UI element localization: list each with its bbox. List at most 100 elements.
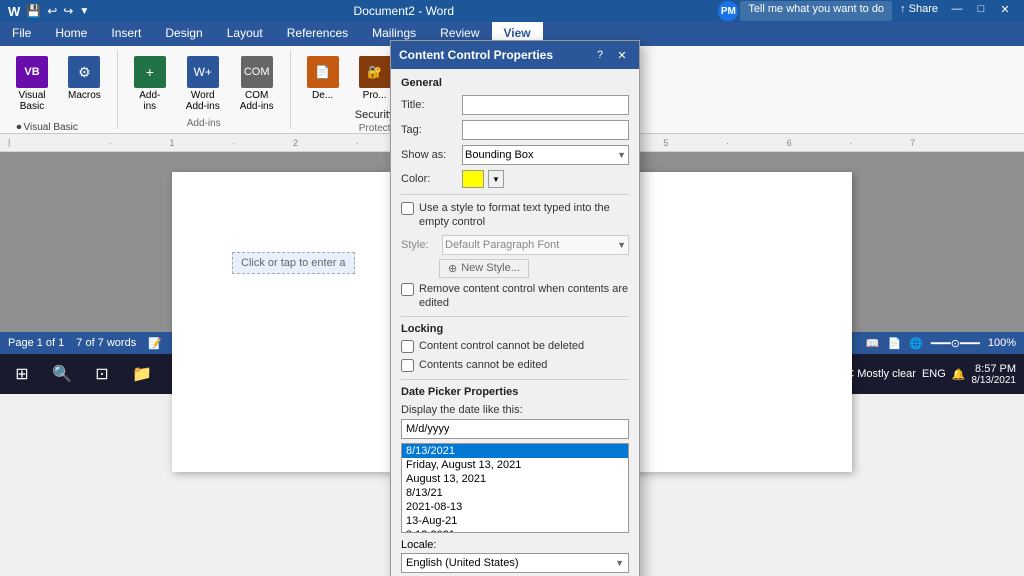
use-style-label: Use a style to format text typed into th… <box>419 201 629 230</box>
date-item-6[interactable]: 8.13.2021 <box>402 528 628 533</box>
start-button[interactable]: ⊞ <box>4 356 40 392</box>
addins-button[interactable]: + Add- ins <box>126 52 174 116</box>
user-avatar[interactable]: PM <box>718 1 738 21</box>
date-item-2[interactable]: August 13, 2021 <box>402 472 628 486</box>
style-row: Style: Default Paragraph Font ▼ <box>401 235 629 255</box>
word-count: 7 of 7 words <box>76 337 136 349</box>
zoom-level[interactable]: 100% <box>988 337 1016 349</box>
quick-undo[interactable]: ↩ <box>47 4 57 18</box>
zoom-slider[interactable]: ━━━⊙━━━ <box>931 337 980 350</box>
tab-file[interactable]: File <box>0 22 43 46</box>
new-style-icon: ⊕ <box>448 262 457 275</box>
addins-icon: + <box>134 56 166 88</box>
color-picker[interactable]: ▼ <box>462 170 504 188</box>
tab-layout[interactable]: Layout <box>215 22 275 46</box>
dialog-title-bar: Content Control Properties ? ✕ <box>391 41 639 69</box>
tab-home[interactable]: Home <box>43 22 99 46</box>
visual-basic-button[interactable]: VB Visual Basic <box>8 52 56 116</box>
content-control-placeholder[interactable]: Click or tap to enter a <box>232 252 355 274</box>
date-item-4[interactable]: 2021-08-13 <box>402 500 628 514</box>
quick-more[interactable]: ▼ <box>79 6 89 17</box>
date-item-3[interactable]: 8/13/21 <box>402 486 628 500</box>
remove-checkbox[interactable] <box>401 283 414 296</box>
date-format-list[interactable]: 8/13/2021 Friday, August 13, 2021 August… <box>401 443 629 533</box>
show-as-dropdown-icon: ▼ <box>617 150 626 160</box>
app-title: Document2 - Word <box>354 4 454 18</box>
date-display[interactable]: 8/13/2021 <box>972 375 1017 386</box>
dialog-body: General Title: Tag: Show as: Bounding Bo… <box>391 69 639 576</box>
date-picker-label: Date Picker Properties <box>401 386 629 398</box>
date-item-0[interactable]: 8/13/2021 <box>402 444 628 458</box>
locale-select[interactable]: English (United States) ▼ <box>401 553 629 573</box>
dialog-help-button[interactable]: ? <box>591 47 609 63</box>
color-swatch[interactable] <box>462 170 484 188</box>
search-button[interactable]: 🔍 <box>44 356 80 392</box>
view-btn-web[interactable]: 🌐 <box>909 337 923 350</box>
language-indicator[interactable]: ENG <box>922 368 946 380</box>
use-style-checkbox[interactable] <box>401 202 414 215</box>
share-btn[interactable]: ↑ Share <box>894 1 944 21</box>
locale-label: Locale: <box>401 539 629 551</box>
record-icon: ⏺ <box>17 122 22 133</box>
remove-checkbox-row: Remove content control when contents are… <box>401 282 629 311</box>
general-section-label: General <box>401 77 629 89</box>
view-btn-read[interactable]: 📖 <box>866 337 880 350</box>
content-control-dialog[interactable]: Content Control Properties ? ✕ General T… <box>390 40 640 576</box>
divider-1 <box>401 194 629 195</box>
tab-references[interactable]: References <box>275 22 360 46</box>
use-style-row: Use a style to format text typed into th… <box>401 201 629 230</box>
tag-input[interactable] <box>462 120 629 140</box>
minimize-button[interactable]: — <box>946 1 968 17</box>
tag-label: Tag: <box>401 124 456 136</box>
style-select[interactable]: Default Paragraph Font ▼ <box>442 235 629 255</box>
quick-redo[interactable]: ↪ <box>63 4 73 18</box>
com-addins-button[interactable]: COM COM Add-ins <box>232 52 282 116</box>
cannot-delete-checkbox[interactable] <box>401 340 414 353</box>
clock[interactable]: 8:57 PM <box>975 363 1016 375</box>
close-button[interactable]: ✕ <box>994 1 1016 17</box>
status-bar-right: 📖 📄 🌐 ━━━⊙━━━ 100% <box>866 337 1016 350</box>
document-protect-button[interactable]: 📄 De... <box>299 52 347 105</box>
tab-insert[interactable]: Insert <box>99 22 153 46</box>
task-view-button[interactable]: ⊡ <box>84 356 120 392</box>
locale-row: Locale: English (United States) ▼ <box>401 539 629 573</box>
cannot-edit-checkbox[interactable] <box>401 359 414 372</box>
cannot-edit-row: Contents cannot be edited <box>401 358 629 372</box>
ruler-marker: | <box>8 137 10 147</box>
dialog-close-button[interactable]: ✕ <box>613 47 631 63</box>
dialog-title-controls: ? ✕ <box>591 47 631 63</box>
visual-basic-icon: VB <box>16 56 48 88</box>
display-date-label: Display the date like this: <box>401 404 629 416</box>
title-input[interactable] <box>462 95 629 115</box>
date-item-1[interactable]: Friday, August 13, 2021 <box>402 458 628 472</box>
title-label: Title: <box>401 99 456 111</box>
locale-dropdown-icon: ▼ <box>615 558 624 568</box>
date-format-input[interactable] <box>401 419 629 439</box>
tell-me-input[interactable]: Tell me what you want to do <box>740 1 892 21</box>
color-dropdown-btn[interactable]: ▼ <box>488 170 504 188</box>
show-as-select[interactable]: Bounding Box ▼ <box>462 145 629 165</box>
proofing-icon[interactable]: 📝 <box>148 337 162 350</box>
notifications-icon[interactable]: 🔔 <box>952 368 966 381</box>
record-macro-btn[interactable]: ⏺ Visual Basic <box>17 122 101 133</box>
macros-icon: ⚙ <box>68 56 100 88</box>
protect-icon: 🔐 <box>359 56 391 88</box>
tab-design[interactable]: Design <box>153 22 214 46</box>
cannot-edit-label: Contents cannot be edited <box>419 358 547 372</box>
file-explorer-button[interactable]: 📁 <box>124 356 160 392</box>
cannot-delete-label: Content control cannot be deleted <box>419 339 584 353</box>
date-item-5[interactable]: 13-Aug-21 <box>402 514 628 528</box>
remove-label: Remove content control when contents are… <box>419 282 629 311</box>
document-protect-icon: 📄 <box>307 56 339 88</box>
macros-button[interactable]: ⚙ Macros <box>60 52 109 105</box>
title-row: Title: <box>401 95 629 115</box>
divider-3 <box>401 379 629 380</box>
word-addins-button[interactable]: W+ Word Add-ins <box>178 52 228 116</box>
quick-save[interactable]: 💾 <box>26 4 41 18</box>
tag-row: Tag: <box>401 120 629 140</box>
view-btn-print[interactable]: 📄 <box>888 337 902 350</box>
maximize-button[interactable]: □ <box>970 1 992 17</box>
new-style-button[interactable]: ⊕ New Style... <box>439 259 529 278</box>
cannot-delete-row: Content control cannot be deleted <box>401 339 629 353</box>
com-addins-icon: COM <box>241 56 273 88</box>
